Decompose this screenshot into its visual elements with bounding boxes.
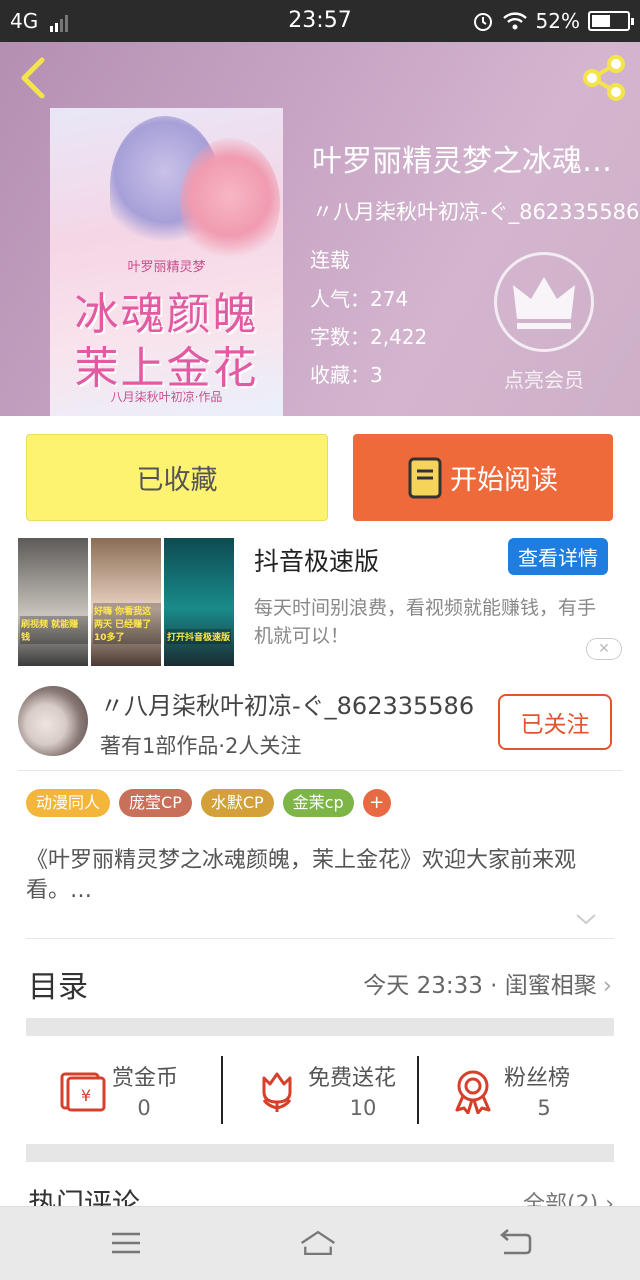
back-icon[interactable] xyxy=(14,56,54,100)
section-separator xyxy=(26,1144,614,1162)
tag-item[interactable]: 动漫同人 xyxy=(26,789,111,817)
divider xyxy=(18,770,622,771)
author-name[interactable]: 〃八月柒秋叶初凉-ぐ_862335586 xyxy=(100,686,474,721)
tag-item[interactable]: 金茉cp xyxy=(282,789,354,817)
author-stats: 著有1部作品·2人关注 xyxy=(100,734,302,758)
section-separator xyxy=(26,1018,614,1036)
book-cover[interactable]: 叶罗丽精灵梦 冰魂颜魄 茉上金花 八月柒秋叶初凉·作品 xyxy=(50,108,283,416)
ad-details-button[interactable]: 查看详情 xyxy=(508,538,608,575)
book-author[interactable]: 〃八月柒秋叶初凉-ぐ_862335586 xyxy=(312,196,640,226)
reward-coins-button[interactable]: ¥ 赏金币 0 xyxy=(26,1052,222,1124)
ad-thumbnails: 刷视频 就能赚钱 好嗨 你看我这两天 已经赚了10多了 打开抖音极速版 xyxy=(18,538,234,666)
follow-button[interactable]: 已关注 xyxy=(498,694,612,750)
cover-series: 叶罗丽精灵梦 xyxy=(127,260,206,275)
back-nav-icon[interactable] xyxy=(496,1225,536,1261)
ad-title: 抖音极速版 xyxy=(254,547,380,576)
fan-ranking-label: 粉丝榜 xyxy=(504,1066,571,1091)
ad-thumb-caption: 好嗨 你看我这两天 已经赚了10多了 xyxy=(93,603,161,644)
ad-banner[interactable]: 刷视频 就能赚钱 好嗨 你看我这两天 已经赚了10多了 打开抖音极速版 抖音极速… xyxy=(18,538,622,668)
start-reading-label: 开始阅读 xyxy=(450,465,558,496)
start-reading-button[interactable]: 开始阅读 xyxy=(353,434,613,521)
favorited-label: 已收藏 xyxy=(136,465,218,496)
book-favorites: 收藏：3 xyxy=(310,363,383,387)
tag-item[interactable]: 水默CP xyxy=(200,789,274,817)
member-crown-button[interactable] xyxy=(494,252,594,352)
svg-text:¥: ¥ xyxy=(81,1086,91,1105)
toc-latest-chapter[interactable]: 今天 23:33 · 闺蜜相聚 › xyxy=(363,966,612,1000)
latest-chapter-text: 今天 23:33 · 闺蜜相聚 xyxy=(363,973,597,999)
toc-title[interactable]: 目录 xyxy=(28,962,88,1006)
flower-icon xyxy=(262,1072,292,1112)
book-icon xyxy=(408,457,442,498)
tag-list: 动漫同人 庞莹CP 水默CP 金茉cp + xyxy=(26,789,391,817)
chevron-right-icon: › xyxy=(602,973,612,999)
add-tag-button[interactable]: + xyxy=(362,789,391,817)
ad-thumb-caption: 刷视频 就能赚钱 xyxy=(20,616,88,644)
cover-character-right xyxy=(180,138,280,268)
author-avatar[interactable] xyxy=(18,686,88,756)
ad-thumb-caption: 打开抖音极速版 xyxy=(166,629,232,644)
free-flower-label: 免费送花 xyxy=(308,1066,397,1091)
divider xyxy=(26,938,614,939)
crown-icon xyxy=(513,277,575,329)
red-envelope-icon: ¥ xyxy=(60,1072,106,1112)
status-bar: 4G 23:57 52% xyxy=(0,0,640,42)
battery-percent: 52% xyxy=(535,9,580,33)
wifi-icon xyxy=(502,12,527,30)
fan-ranking-button[interactable]: 粉丝榜 5 xyxy=(418,1052,614,1124)
book-title: 叶罗丽精灵梦之冰魂… xyxy=(312,144,612,179)
cover-credit: 八月柒秋叶初凉·作品 xyxy=(110,390,223,404)
book-status: 连载 xyxy=(310,248,350,272)
tag-item[interactable]: 庞莹CP xyxy=(119,789,192,817)
chevron-down-icon[interactable] xyxy=(574,910,598,928)
medal-icon xyxy=(455,1070,491,1114)
menu-icon[interactable] xyxy=(106,1225,146,1261)
alarm-icon xyxy=(473,13,492,31)
ad-thumb: 刷视频 就能赚钱 xyxy=(18,538,88,666)
ad-thumb: 打开抖音极速版 xyxy=(164,538,234,666)
ad-close-button[interactable]: ✕ xyxy=(586,638,622,660)
reward-coins-label: 赏金币 xyxy=(112,1066,179,1091)
fan-ranking-count: 5 xyxy=(537,1096,551,1120)
free-flower-button[interactable]: 免费送花 10 xyxy=(222,1052,418,1124)
book-popularity: 人气：274 xyxy=(310,287,409,311)
home-icon[interactable] xyxy=(298,1225,338,1261)
member-label[interactable]: 点亮会员 xyxy=(494,364,594,393)
system-nav-bar xyxy=(0,1206,640,1280)
share-icon[interactable] xyxy=(578,52,630,104)
battery-icon xyxy=(588,11,634,31)
ad-description: 每天时间别浪费，看视频就能赚钱，有手机就可以！ xyxy=(254,597,597,647)
book-description[interactable]: 《叶罗丽精灵梦之冰魂颜魄，茉上金花》欢迎大家前来观看。… xyxy=(26,846,616,906)
free-flower-count: 10 xyxy=(349,1096,377,1120)
author-card[interactable]: 〃八月柒秋叶初凉-ぐ_862335586 著有1部作品·2人关注 已关注 xyxy=(0,680,640,770)
favorited-button[interactable]: 已收藏 xyxy=(26,434,328,521)
reward-coins-count: 0 xyxy=(137,1096,151,1120)
ad-thumb: 好嗨 你看我这两天 已经赚了10多了 xyxy=(91,538,161,666)
book-word-count: 字数：2,422 xyxy=(310,325,428,349)
cover-title-line2: 茉上金花 xyxy=(74,343,259,394)
